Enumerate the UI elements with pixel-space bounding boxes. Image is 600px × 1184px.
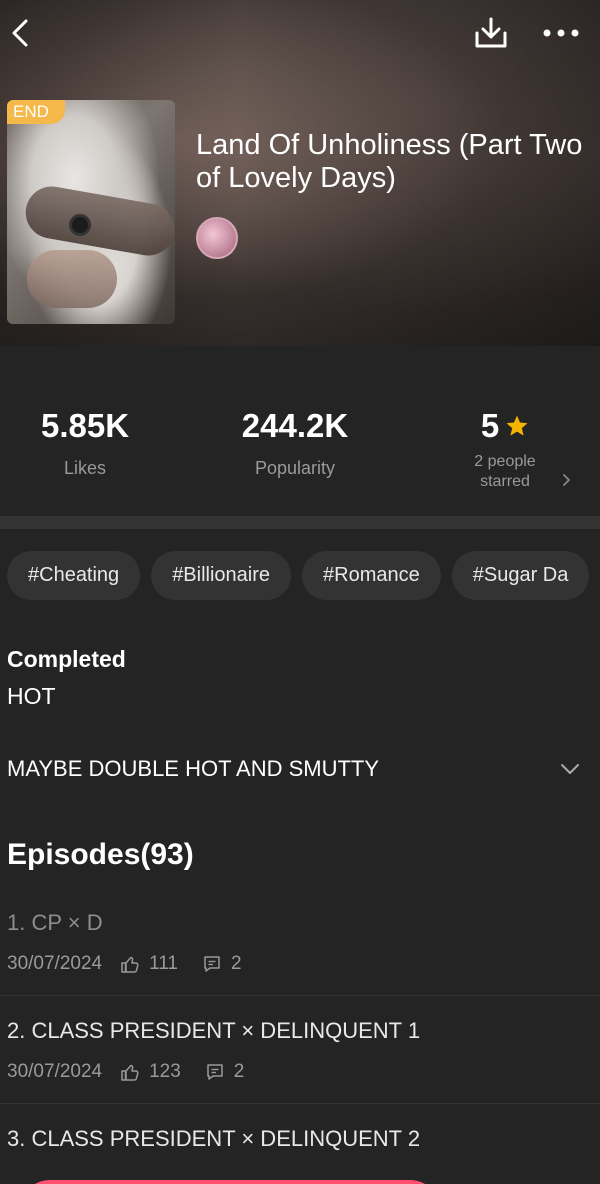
episode-likes: 111 — [149, 953, 178, 974]
description-text: MAYBE DOUBLE HOT AND SMUTTY — [7, 756, 380, 781]
popularity-label: Popularity — [254, 458, 336, 478]
episode-comments: 2 — [233, 1061, 245, 1082]
thumbs-up-icon — [120, 954, 140, 974]
book-title: Land Of Unholiness (Part Two of Lovely D… — [196, 129, 583, 194]
more-dots-icon — [543, 29, 579, 37]
comment-icon — [202, 954, 222, 974]
rating-label-line2: starred — [480, 473, 530, 490]
popularity-value: 244.2K — [241, 407, 349, 444]
cover-image — [21, 182, 175, 260]
episode-title: 2. CLASS PRESIDENT × DELINQUENT 1 — [7, 1018, 421, 1043]
episode-row[interactable]: 2. CLASS PRESIDENT × DELINQUENT 1 30/07/… — [0, 996, 600, 1104]
tag-chip[interactable]: #Romance — [302, 551, 441, 600]
episode-title: 3. CLASS PRESIDENT × DELINQUENT 2 — [7, 1126, 421, 1151]
rating-value: 5 — [480, 407, 500, 444]
read-button[interactable] — [20, 1180, 440, 1184]
expand-description-button[interactable] — [556, 758, 584, 780]
star-icon — [506, 415, 528, 436]
end-badge: END — [7, 100, 65, 124]
episode-meta: 30/07/2024 111 2 — [7, 953, 242, 975]
cover-image-detail — [27, 250, 117, 308]
subtitle-text: HOT — [7, 683, 56, 709]
chevron-down-icon — [561, 764, 579, 774]
episode-meta: 30/07/2024 123 2 — [7, 1061, 244, 1083]
episodes-heading: Episodes(93) — [7, 838, 194, 871]
tag-chip[interactable]: #Sugar Da — [451, 551, 590, 600]
episode-likes: 123 — [149, 1061, 181, 1082]
thumbs-up-icon — [120, 1062, 140, 1082]
rating-label-line1: 2 people — [474, 453, 536, 470]
tag-list: #Cheating #Billionaire #Romance #Sugar Da — [7, 551, 600, 601]
likes-stat: 5.85K Likes — [20, 406, 150, 479]
stats-panel: 5.85K Likes 244.2K Popularity 5 2 people… — [0, 346, 600, 516]
back-arrow-icon — [12, 19, 28, 47]
cover-watch — [69, 214, 91, 236]
comment-icon — [205, 1062, 225, 1082]
likes-label: Likes — [63, 458, 107, 478]
episode-comments: 2 — [230, 953, 242, 974]
likes-value: 5.85K — [40, 407, 130, 444]
book-cover[interactable] — [7, 100, 175, 324]
episode-title: 1. CP × D — [7, 910, 103, 935]
section-divider — [0, 516, 600, 529]
tag-chip[interactable]: #Cheating — [7, 551, 141, 600]
rating-stat[interactable]: 5 2 people starred — [445, 406, 565, 492]
episode-row[interactable]: 3. CLASS PRESIDENT × DELINQUENT 2 — [0, 1104, 600, 1164]
status-label: Completed — [7, 646, 126, 672]
episode-date: 30/07/2024 — [7, 1061, 103, 1082]
chevron-right-icon[interactable] — [560, 470, 574, 490]
more-options-button[interactable] — [538, 14, 584, 52]
tag-chip[interactable]: #Billionaire — [151, 551, 292, 600]
back-button[interactable] — [2, 14, 38, 52]
download-icon — [475, 17, 507, 48]
popularity-stat: 244.2K Popularity — [220, 406, 370, 479]
episode-date: 30/07/2024 — [7, 953, 103, 974]
download-button[interactable] — [470, 12, 512, 54]
episode-row[interactable]: 1. CP × D 30/07/2024 111 2 — [0, 895, 600, 996]
author-avatar[interactable] — [196, 217, 238, 259]
